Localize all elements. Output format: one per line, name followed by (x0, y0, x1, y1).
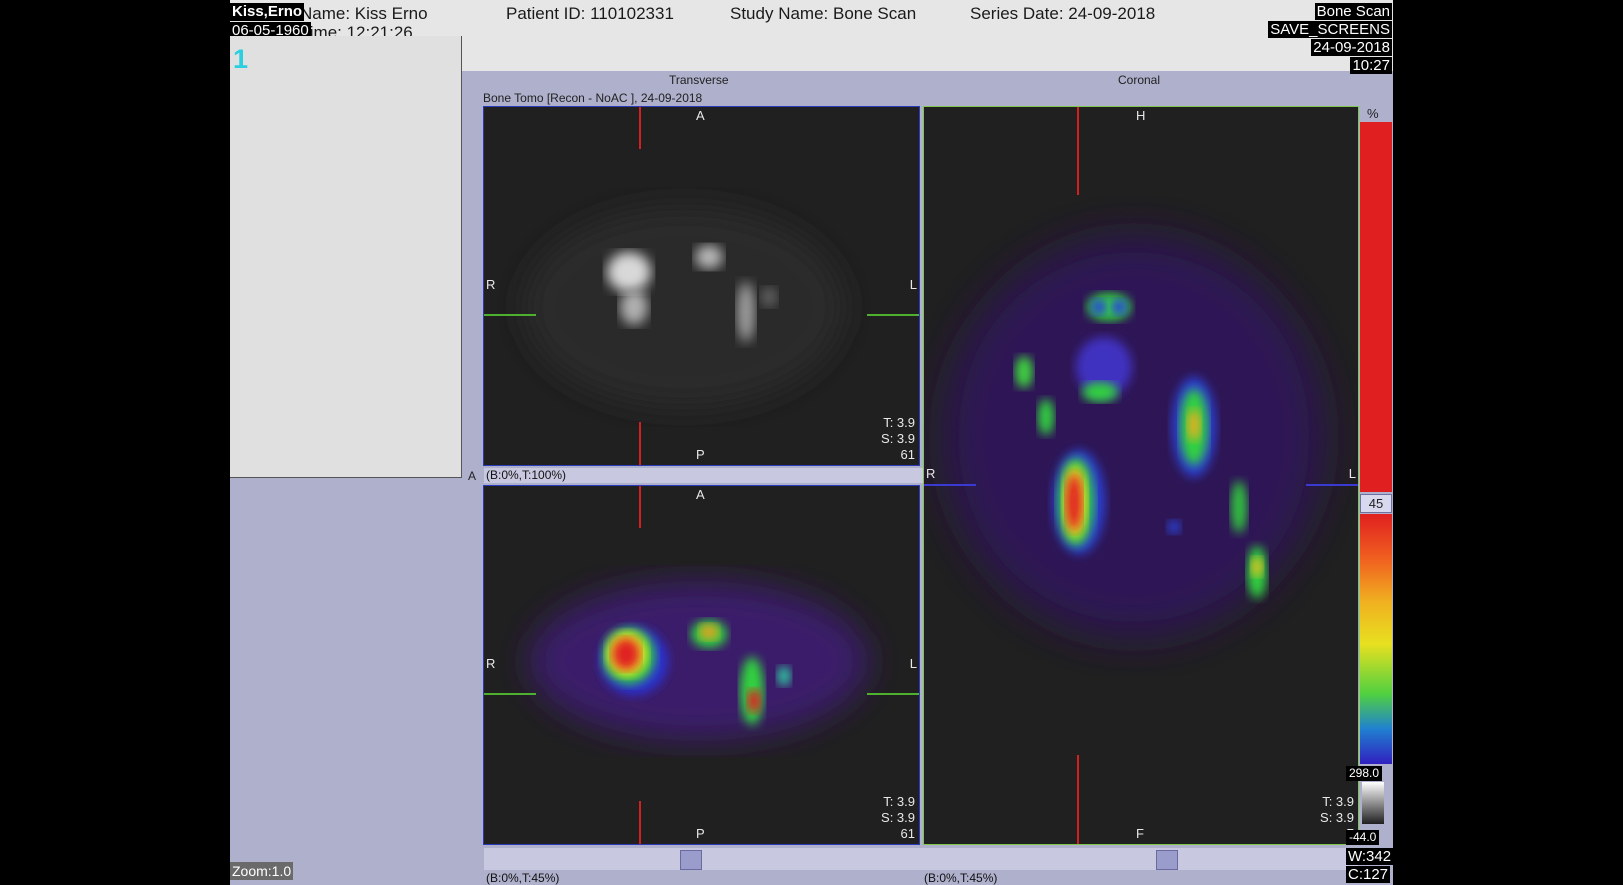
orientation-right: L (909, 277, 917, 292)
crosshair-horizontal-left (484, 693, 536, 695)
header-date: 24-09-2018 (1311, 39, 1392, 56)
crosshair-vertical-top (639, 486, 641, 528)
study-name: Study Name: Bone Scan (730, 4, 917, 23)
thickness-value: T: 3.9 (1322, 794, 1354, 809)
orientation-top: H (1136, 108, 1146, 123)
coronal-slice-slider-handle[interactable] (1156, 850, 1178, 870)
orientation-left: R (926, 466, 936, 481)
crosshair-horizontal-left (924, 484, 976, 486)
transverse-top-window-label: (B:0%,T:100%) (484, 468, 923, 483)
transverse-bottom-window-label: (B:0%,T:45%) (486, 871, 560, 885)
study-badge: Bone Scan (1314, 3, 1392, 20)
colorbar-gradient[interactable] (1360, 514, 1392, 764)
orientation-right: L (1348, 466, 1356, 481)
transverse-view-top[interactable]: A P R L T: 3.9 S: 3.9 61 (483, 106, 920, 466)
series-date: Series Date: 24-09-2018 (970, 4, 1156, 23)
coronal-window-label: (B:0%,T:45%) (924, 871, 998, 885)
crosshair-horizontal-right (1306, 484, 1358, 486)
spacing-value: S: 3.9 (881, 431, 915, 446)
transverse-title: Transverse (669, 73, 729, 87)
zoom-indicator[interactable]: Zoom:1.0 (230, 862, 294, 880)
spacing-value: S: 3.9 (1320, 810, 1354, 825)
colorbar-percent-label: % (1367, 106, 1379, 121)
coronal-color-image (944, 237, 1324, 637)
crosshair-vertical-bottom (639, 422, 641, 465)
orientation-right: L (909, 656, 917, 671)
crosshair-vertical-top (1077, 107, 1079, 195)
crosshair-horizontal-right (867, 693, 919, 695)
save-screens-button[interactable]: SAVE_SCREENS (1268, 21, 1392, 38)
thickness-value: T: 3.9 (883, 415, 915, 430)
crosshair-vertical-top (639, 107, 641, 149)
slice-number: 61 (900, 826, 915, 841)
orientation-left: R (486, 656, 496, 671)
orientation-bottom: P (696, 447, 705, 462)
patient-id: Patient ID: 110102331 (506, 4, 674, 23)
slice-info: T: 3.9 S: 3.9 61 (881, 415, 915, 463)
transverse-grayscale-image (524, 207, 844, 407)
colorbar-max-value: 298.0 (1346, 766, 1383, 781)
orientation-top: A (696, 487, 705, 502)
crosshair-vertical-bottom (1077, 755, 1079, 844)
slice-slider-track[interactable] (484, 848, 1358, 870)
patient-short-name: Kiss,Erno (230, 3, 305, 21)
orientation-bottom: P (696, 826, 705, 841)
transverse-view-bottom[interactable]: A P R L T: 3.9 S: 3.9 61 (483, 485, 920, 845)
window-center: C:127 (1346, 866, 1391, 883)
orientation-left: R (486, 277, 496, 292)
series-label: Bone Tomo [Recon - NoAC ], 24-09-2018 (483, 91, 703, 105)
transverse-slice-slider-handle[interactable] (680, 850, 702, 870)
threshold-input[interactable]: 45 (1360, 494, 1392, 513)
window-width: W:342 (1346, 848, 1394, 865)
grayscale-bar[interactable] (1362, 782, 1384, 824)
colorbar-saturated-region (1360, 122, 1392, 492)
colorbar-min-value: -44.0 (1346, 830, 1380, 845)
anterior-marker: A (468, 469, 477, 483)
spacing-value: S: 3.9 (881, 810, 915, 825)
transverse-color-image (529, 581, 869, 741)
thickness-value: T: 3.9 (883, 794, 915, 809)
slot-number: 1 (233, 44, 249, 74)
slice-info: T: 3.9 S: 3.9 61 (881, 794, 915, 842)
header-time: 10:27 (1350, 57, 1392, 74)
crosshair-horizontal-left (484, 314, 536, 316)
orientation-top: A (696, 108, 705, 123)
time-label: Time: 12:21:26 (300, 23, 413, 36)
crosshair-horizontal-right (867, 314, 919, 316)
thumbnail-slot[interactable] (230, 36, 462, 478)
orientation-bottom: F (1136, 826, 1144, 841)
crosshair-vertical-bottom (639, 801, 641, 844)
coronal-title: Coronal (1118, 73, 1161, 87)
patient-name-label: Name: Kiss Erno (300, 4, 428, 23)
coronal-view[interactable]: H F R L T: 3.9 S: 3.9 7 (923, 106, 1359, 845)
slice-number: 61 (900, 447, 915, 462)
